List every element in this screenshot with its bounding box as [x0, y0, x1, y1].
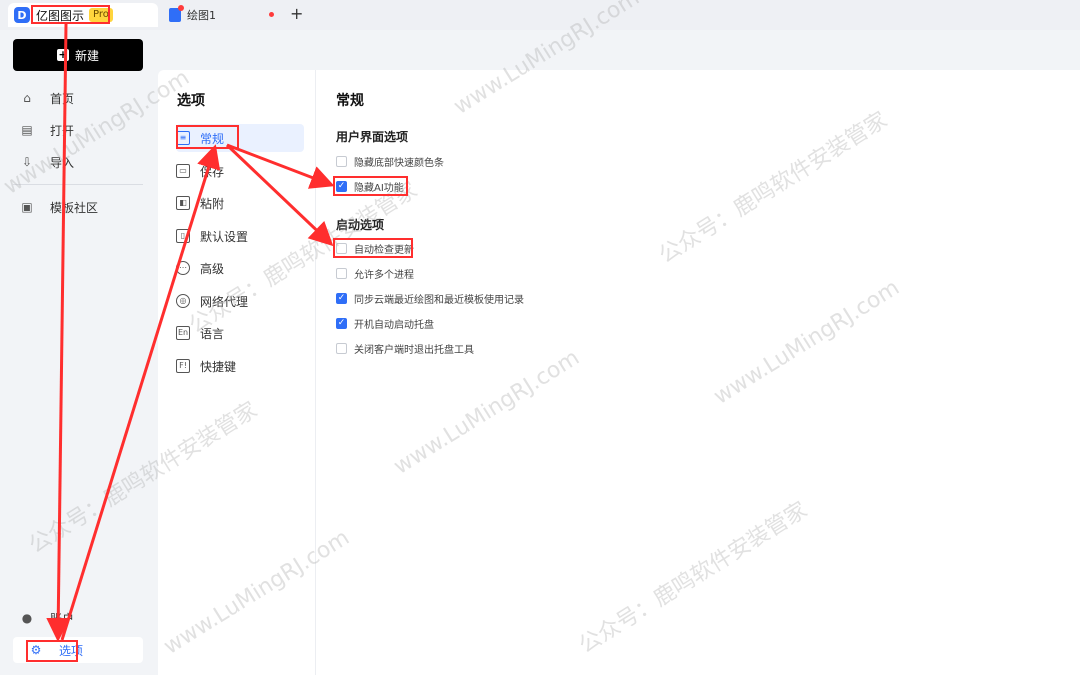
options-item-save[interactable]: ▭ 保存	[176, 157, 304, 185]
document-icon	[169, 5, 184, 22]
default-icon: ▯	[176, 229, 190, 243]
community-icon: ▣	[21, 200, 33, 214]
sidebar-item-label: 模板社区	[50, 200, 99, 215]
edraw-logo-icon: D	[14, 7, 30, 23]
option-auto-update[interactable]: 自动检查更新	[336, 239, 414, 257]
option-exit-tray[interactable]: 关闭客户端时退出托盘工具	[336, 339, 474, 357]
sidebar-item-community[interactable]: ▣ 模板社区	[18, 194, 148, 220]
home-icon: ⌂	[23, 91, 31, 105]
pro-badge: Pro	[89, 8, 113, 22]
account-icon: ●	[21, 611, 33, 625]
option-label: 隐藏底部快速颜色条	[354, 157, 444, 169]
options-item-label: 保存	[200, 164, 225, 179]
sidebar-item-import[interactable]: ⇩ 导入	[18, 149, 148, 175]
sidebar-item-open[interactable]: ▤ 打开	[18, 117, 148, 143]
options-item-network[interactable]: ◎ 网络代理	[176, 287, 304, 315]
options-item-default[interactable]: ▯ 默认设置	[176, 222, 304, 250]
unsaved-indicator	[269, 12, 274, 17]
options-item-label: 快捷键	[200, 359, 237, 374]
sidebar-item-label: 首页	[50, 91, 75, 106]
snap-icon: ◧	[176, 196, 190, 210]
general-settings: 常规 用户界面选项 隐藏底部快速颜色条 ✓ 隐藏AI功能 启动选项 自动检查更新…	[336, 70, 1056, 670]
option-tray-autostart[interactable]: ✓ 开机自动启动托盘	[336, 314, 434, 332]
options-item-general[interactable]: ≡ 常规	[176, 124, 304, 152]
network-icon: ◎	[176, 294, 190, 308]
option-hide-color-bar[interactable]: 隐藏底部快速颜色条	[336, 152, 444, 170]
option-label: 自动检查更新	[354, 244, 414, 256]
document-name: 绘图1	[187, 9, 216, 22]
checkbox-checked[interactable]: ✓	[336, 317, 347, 329]
app-name: 亿图图示	[36, 8, 85, 23]
checkbox-checked[interactable]: ✓	[336, 292, 347, 304]
checkbox-unchecked[interactable]	[336, 242, 347, 254]
import-icon: ⇩	[21, 155, 33, 169]
option-label: 开机自动启动托盘	[354, 319, 434, 331]
options-item-label: 网络代理	[200, 294, 249, 309]
advanced-icon: ⋯	[176, 261, 190, 275]
checkbox-unchecked[interactable]	[336, 267, 347, 279]
checkbox-checked[interactable]: ✓	[336, 180, 347, 192]
shortcut-icon: F!	[176, 359, 190, 373]
tab-bar: D 亿图图示 Pro 绘图1 +	[0, 0, 1080, 30]
language-icon: En	[176, 326, 190, 340]
options-item-advanced[interactable]: ⋯ 高级	[176, 254, 304, 282]
option-label: 同步云端最近绘图和最近模板使用记录	[354, 294, 524, 306]
sidebar: + 新建 ⌂ 首页 ▤ 打开 ⇩ 导入 ▣ 模板社区 ● 账户 ⚙ 选项	[0, 30, 158, 675]
gear-icon: ⚙	[30, 643, 42, 657]
save-icon: ▭	[176, 164, 190, 178]
option-label: 允许多个进程	[354, 269, 414, 281]
add-tab-button[interactable]: +	[290, 4, 303, 23]
checkbox-unchecked[interactable]	[336, 342, 347, 354]
option-label: 关闭客户端时退出托盘工具	[354, 344, 474, 356]
options-nav: 选项 ≡ 常规 ▭ 保存 ◧ 粘附 ▯ 默认设置 ⋯ 高级 ◎ 网络代理 En …	[158, 70, 316, 675]
ui-section-title: 用户界面选项	[336, 130, 409, 144]
options-item-label: 高级	[200, 261, 225, 276]
options-title: 选项	[177, 93, 205, 109]
general-icon: ≡	[176, 131, 190, 145]
plus-icon: +	[56, 48, 69, 61]
new-button-label: 新建	[74, 48, 99, 63]
options-item-language[interactable]: En 语言	[176, 319, 304, 347]
options-panel: 选项 ≡ 常规 ▭ 保存 ◧ 粘附 ▯ 默认设置 ⋯ 高级 ◎ 网络代理 En …	[158, 70, 1080, 675]
new-button[interactable]: + 新建	[13, 39, 143, 71]
sidebar-divider	[13, 184, 143, 185]
file-icon: ▤	[21, 123, 33, 137]
sidebar-item-label: 打开	[50, 123, 75, 138]
startup-section-title: 启动选项	[336, 218, 385, 232]
sidebar-item-label: 选项	[59, 643, 84, 658]
option-label: 隐藏AI功能	[354, 182, 404, 194]
app-tab[interactable]: D 亿图图示 Pro	[8, 3, 158, 27]
document-tab[interactable]: 绘图1	[165, 3, 305, 27]
options-item-label: 语言	[200, 326, 225, 341]
option-multi-process[interactable]: 允许多个进程	[336, 264, 414, 282]
option-hide-ai[interactable]: ✓ 隐藏AI功能	[336, 177, 404, 195]
page-title: 常规	[336, 93, 364, 109]
sidebar-item-options[interactable]: ⚙ 选项	[13, 637, 143, 663]
options-item-label: 常规	[200, 131, 225, 146]
option-sync-cloud[interactable]: ✓ 同步云端最近绘图和最近模板使用记录	[336, 289, 524, 307]
options-item-shortcut[interactable]: F! 快捷键	[176, 352, 304, 380]
checkbox-unchecked[interactable]	[336, 155, 347, 167]
sidebar-item-account[interactable]: ● 账户	[18, 605, 148, 631]
sidebar-item-label: 账户	[50, 611, 75, 626]
sidebar-item-label: 导入	[50, 155, 75, 170]
options-item-label: 默认设置	[200, 229, 249, 244]
options-item-label: 粘附	[200, 196, 225, 211]
options-item-snap[interactable]: ◧ 粘附	[176, 189, 304, 217]
sidebar-item-home[interactable]: ⌂ 首页	[18, 85, 148, 111]
